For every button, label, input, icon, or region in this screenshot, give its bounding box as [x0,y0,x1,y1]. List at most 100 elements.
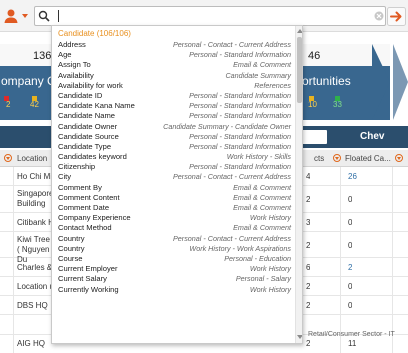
suggestion-item[interactable]: Candidate Type Personal - Standard Inform… [52,142,295,152]
suggestion-field: Comment Content [58,192,120,202]
filter-icon[interactable] [4,154,12,162]
suggestion-category: Work History [249,264,291,274]
scrollbar-thumb[interactable] [297,37,302,103]
suggestion-field: Comment By [58,182,102,192]
suggestion-category: Personal - Standard Information [189,101,291,111]
suggestion-category: Personal - Contact - Current Address [173,40,291,49]
scroll-down-icon[interactable] [297,335,302,339]
suggestion-category: Personal - Salary [235,274,291,284]
subbar-input[interactable] [300,130,327,144]
cell-contacts: 2 [306,339,311,348]
suggestion-field: Contact Method [58,223,112,233]
suggestion-item[interactable]: Candidate Kana Name Personal - Standard I… [52,101,295,111]
suggestion-field: Candidates keyword [58,152,127,162]
cell-location: AIG HQ [17,339,46,348]
filter-icon[interactable] [395,154,403,162]
cell-location: Location u [17,282,51,291]
kpi-stat: 33 [333,100,342,109]
suggestion-item[interactable]: Country Personal - Contact - Current Addr… [52,234,295,244]
suggestion-field: Currently Working [58,284,119,294]
suggestion-item[interactable]: Country Work History - Work Aspirations [52,244,295,254]
suggestion-item[interactable]: Comment Date Email & Comment [52,203,295,213]
arrow-right-icon[interactable] [387,7,406,26]
cell-location: DBS HQ [17,301,48,310]
suggestion-item[interactable]: Contact Method Email & Comment [52,223,295,233]
suggestion-category: Work History - Work Aspirations [189,243,291,253]
suggestion-category: Personal - Contact - Current Address [173,172,291,182]
suggestion-group-header: Candidate (106/106) [58,29,131,38]
suggestion-category: Work History - Skills [226,152,291,162]
suggestion-category: Email & Comment [233,60,291,70]
subbar-label: Chev [360,131,385,142]
user-menu-button[interactable] [2,7,32,26]
suggestion-item[interactable]: Candidates keyword Work History - Skills [52,152,295,162]
suggestion-field: Candidate ID [58,90,103,100]
suggestion-category: Personal - Standard Information [189,162,291,172]
cell-floated: 0 [348,282,353,291]
column-header-floated[interactable]: Floated Ca... [345,154,391,163]
suggestion-field: Company Experience [58,213,131,223]
scroll-up-icon[interactable] [297,29,302,33]
suggestion-item[interactable]: City Personal - Contact - Current Address [52,172,295,182]
suggestion-item[interactable]: Company Experience Work History [52,213,295,223]
filter-icon[interactable] [333,154,341,162]
suggestion-item[interactable]: Candidate Source Personal - Standard Info… [52,132,295,142]
search-icon [38,10,50,22]
cell-floated[interactable]: 2 [348,263,352,272]
suggestion-field: Availability for work [58,80,123,90]
suggestion-field: Current Employer [58,264,118,274]
cell-floated: 0 [348,241,353,250]
global-search-box[interactable] [34,6,386,26]
cell-floated: 0 [348,195,353,204]
cell-contacts: 6 [306,263,311,272]
column-header-contacts[interactable]: cts [314,154,324,163]
cell-location: Charles & [17,263,51,272]
suggestion-category: Personal - Standard Information [189,131,291,141]
suggestion-category: Candidate Summary [225,70,291,80]
industry-text: Retail/Consumer Sector - IT [308,331,395,338]
suggestion-item[interactable]: Candidate ID Personal - Standard Informat… [52,91,295,101]
kpi-stat: 2 [6,100,11,109]
cell-location: Citibank H [17,218,51,227]
suggestion-field: Candidate Name [58,111,115,121]
suggestion-item[interactable]: Availability for work References [52,81,295,91]
suggestion-list: Address Personal - Contact - Current Addr… [52,40,295,295]
search-input[interactable] [55,9,355,23]
suggestion-field: Assign To [58,60,91,70]
clear-icon[interactable] [374,11,384,21]
kpi-name: ortunities [302,74,351,88]
kpi-card-companies[interactable]: 136 ompany Co 2 42 [0,44,62,120]
suggestion-item[interactable]: Citizenship Personal - Standard Informati… [52,162,295,172]
suggestion-category: Personal - Standard Information [189,141,291,151]
cell-floated: 0 [348,301,353,310]
suggestion-item[interactable]: Address Personal - Contact - Current Addr… [52,40,295,50]
suggestion-item[interactable]: Currently Working Work History [52,285,295,295]
suggestion-category: Personal - Standard Information [189,111,291,121]
suggestion-item[interactable]: Comment By Email & Comment [52,183,295,193]
kpi-stat: 10 [308,100,317,109]
suggestion-field: Course [58,253,83,263]
suggestion-category: Personal - Education [224,253,291,263]
suggestion-item[interactable]: Candidate Owner Candidate Summary - Candi… [52,122,295,132]
suggestion-field: City [58,172,72,182]
suggestion-item[interactable]: Comment Content Email & Comment [52,193,295,203]
suggestion-field: Current Salary [58,274,107,284]
suggestion-item[interactable]: Assign To Email & Comment [52,60,295,70]
cell-contacts: 2 [306,195,311,204]
suggestion-item[interactable]: Current Salary Personal - Salary [52,274,295,284]
suggestion-item[interactable]: Current Employer Work History [52,264,295,274]
suggestion-category: Personal - Standard Information [189,90,291,100]
suggestion-category: Email & Comment [233,192,291,202]
suggestion-category: Personal - Contact - Current Address [173,233,291,243]
suggestion-item[interactable]: Availability Candidate Summary [52,71,295,81]
column-header-location[interactable]: Location [17,154,47,163]
suggestion-item[interactable]: Candidate Name Personal - Standard Inform… [52,111,295,121]
suggestion-item[interactable]: Age Personal - Standard Information [52,50,295,60]
cell-floated[interactable]: 26 [348,172,357,181]
kpi-arrow-shape [372,44,390,120]
suggestion-item[interactable]: Course Personal - Education [52,254,295,264]
suggestion-field: Citizenship [58,162,96,172]
suggestion-category: Work History [249,284,291,294]
dropdown-scrollbar[interactable] [295,26,302,343]
suggestion-field: Candidate Type [58,141,112,151]
